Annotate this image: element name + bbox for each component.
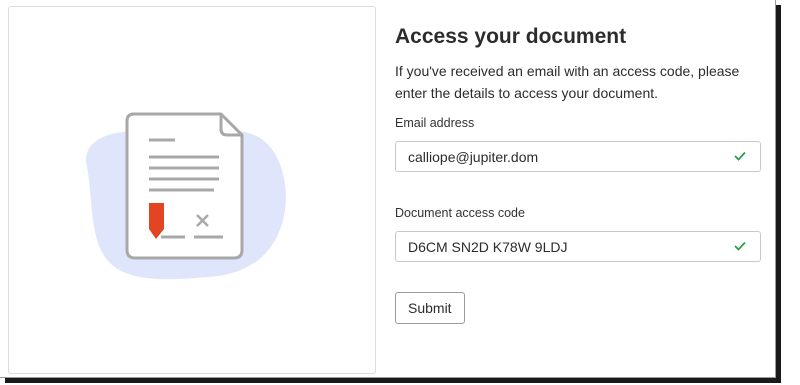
submit-button[interactable]: Submit xyxy=(395,292,465,324)
email-value: calliope@jupiter.dom xyxy=(408,149,539,165)
email-field[interactable]: calliope@jupiter.dom xyxy=(395,141,761,172)
dialog-title: Access your document xyxy=(395,25,627,48)
checkmark-icon xyxy=(734,151,746,161)
access-document-dialog: Access your document If you've received … xyxy=(0,0,776,378)
email-label: Email address xyxy=(395,116,475,130)
access-code-value: D6CM SN2D K78W 9LDJ xyxy=(408,239,568,255)
checkmark-icon xyxy=(734,241,746,251)
access-code-field[interactable]: D6CM SN2D K78W 9LDJ xyxy=(395,231,761,262)
document-with-signature-icon xyxy=(85,112,286,280)
illustration-panel xyxy=(8,6,376,374)
access-code-label: Document access code xyxy=(395,206,525,220)
access-form: Access your document If you've received … xyxy=(395,20,765,324)
dialog-description: If you've received an email with an acce… xyxy=(395,63,740,101)
